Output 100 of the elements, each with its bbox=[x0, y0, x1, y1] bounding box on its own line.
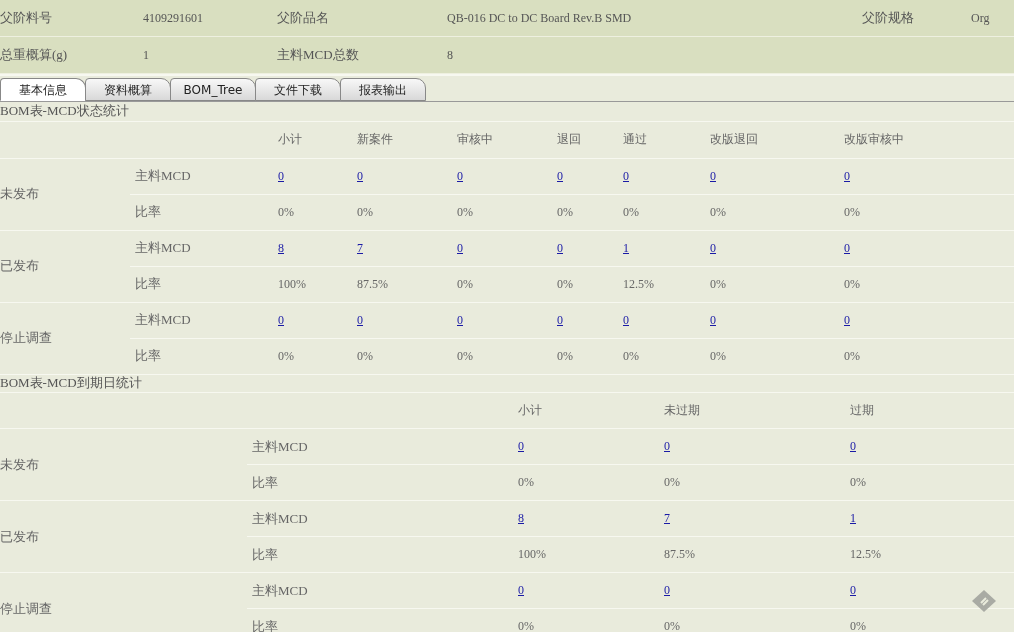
ratio-value: 0% bbox=[710, 276, 726, 291]
row-label: 主料MCD bbox=[135, 312, 191, 327]
ratio-value: 0% bbox=[664, 475, 680, 489]
field-label: 父阶规格 bbox=[862, 10, 914, 26]
ratio-value: 0% bbox=[357, 348, 373, 363]
group-label: 停止调查 bbox=[0, 600, 52, 616]
column-header: 审核中 bbox=[457, 132, 493, 147]
ratio-value: 0% bbox=[557, 276, 573, 291]
count-link[interactable]: 0 bbox=[457, 240, 463, 255]
field-value: Org bbox=[971, 11, 990, 26]
count-link[interactable]: 0 bbox=[278, 168, 284, 183]
count-link[interactable]: 0 bbox=[710, 312, 716, 327]
count-link[interactable]: 7 bbox=[664, 511, 670, 525]
column-header: 未过期 bbox=[664, 402, 700, 417]
count-link[interactable]: 0 bbox=[844, 240, 850, 255]
ratio-value: 0% bbox=[457, 204, 473, 219]
count-link[interactable]: 0 bbox=[357, 312, 363, 327]
count-link[interactable]: 0 bbox=[557, 168, 563, 183]
section-title: BOM表-MCD状态统计 bbox=[0, 102, 1014, 122]
count-link[interactable]: 7 bbox=[357, 240, 363, 255]
row-label: 比率 bbox=[252, 546, 278, 562]
count-link[interactable]: 0 bbox=[557, 240, 563, 255]
count-link[interactable]: 0 bbox=[844, 312, 850, 327]
tab[interactable]: 文件下载 bbox=[255, 78, 341, 101]
count-link[interactable]: 0 bbox=[623, 168, 629, 183]
tab[interactable]: 报表输出 bbox=[340, 78, 426, 101]
row-label: 主料MCD bbox=[135, 168, 191, 183]
column-header: 退回 bbox=[557, 132, 581, 147]
count-link[interactable]: 1 bbox=[623, 240, 629, 255]
field-label: 父阶品名 bbox=[277, 10, 329, 26]
row-label: 比率 bbox=[252, 618, 278, 632]
count-link[interactable]: 8 bbox=[518, 511, 524, 525]
group-label: 停止调查 bbox=[0, 330, 52, 345]
ratio-value: 12.5% bbox=[623, 276, 654, 291]
field-label: 父阶料号 bbox=[0, 10, 52, 26]
ratio-value: 0% bbox=[664, 619, 680, 632]
group-label: 未发布 bbox=[0, 456, 39, 472]
count-link[interactable]: 0 bbox=[518, 583, 524, 597]
ratio-value: 0% bbox=[278, 348, 294, 363]
count-link[interactable]: 8 bbox=[278, 240, 284, 255]
diamond-widget-icon[interactable] bbox=[971, 589, 997, 613]
column-header: 新案件 bbox=[357, 132, 393, 147]
column-header: 改版退回 bbox=[710, 132, 758, 147]
count-link[interactable]: 0 bbox=[557, 312, 563, 327]
tab[interactable]: 基本信息 bbox=[0, 78, 86, 101]
count-link[interactable]: 0 bbox=[850, 583, 856, 597]
count-link[interactable]: 0 bbox=[518, 439, 524, 453]
count-link[interactable]: 0 bbox=[664, 583, 670, 597]
field-label: 总重概算(g) bbox=[0, 47, 68, 63]
count-link[interactable]: 0 bbox=[623, 312, 629, 327]
ratio-value: 12.5% bbox=[850, 547, 881, 561]
count-link[interactable]: 0 bbox=[278, 312, 284, 327]
group-label: 已发布 bbox=[0, 528, 39, 544]
row-label: 比率 bbox=[135, 348, 161, 363]
row-label: 比率 bbox=[135, 276, 161, 291]
ratio-value: 100% bbox=[518, 547, 546, 561]
field-value: QB-016 DC to DC Board Rev.B SMD bbox=[447, 11, 632, 26]
ratio-value: 0% bbox=[850, 619, 866, 632]
count-link[interactable]: 0 bbox=[710, 168, 716, 183]
row-label: 主料MCD bbox=[252, 438, 308, 454]
ratio-value: 87.5% bbox=[664, 547, 695, 561]
ratio-value: 0% bbox=[710, 348, 726, 363]
ratio-value: 0% bbox=[518, 475, 534, 489]
column-header: 改版审核中 bbox=[844, 132, 904, 147]
column-header: 小计 bbox=[518, 402, 542, 417]
count-link[interactable]: 0 bbox=[357, 168, 363, 183]
section-title: BOM表-MCD到期日统计 bbox=[0, 374, 1014, 393]
column-header: 过期 bbox=[850, 402, 874, 417]
row-label: 比率 bbox=[135, 204, 161, 219]
ratio-value: 0% bbox=[357, 204, 373, 219]
ratio-value: 87.5% bbox=[357, 276, 388, 291]
ratio-value: 0% bbox=[557, 348, 573, 363]
row-label: 主料MCD bbox=[252, 582, 308, 598]
column-header: 通过 bbox=[623, 132, 647, 147]
field-value: 1 bbox=[143, 48, 149, 63]
row-label: 主料MCD bbox=[135, 240, 191, 255]
ratio-value: 0% bbox=[623, 348, 639, 363]
ratio-value: 0% bbox=[623, 204, 639, 219]
ratio-value: 0% bbox=[457, 276, 473, 291]
field-label: 主料MCD总数 bbox=[277, 47, 359, 63]
ratio-value: 0% bbox=[844, 204, 860, 219]
row-label: 主料MCD bbox=[252, 510, 308, 526]
count-link[interactable]: 0 bbox=[664, 439, 670, 453]
ratio-value: 0% bbox=[844, 276, 860, 291]
tab[interactable]: BOM_Tree bbox=[170, 78, 256, 101]
field-value: 4109291601 bbox=[143, 11, 203, 26]
tab[interactable]: 资料概算 bbox=[85, 78, 171, 101]
count-link[interactable]: 1 bbox=[850, 511, 856, 525]
count-link[interactable]: 0 bbox=[710, 240, 716, 255]
ratio-value: 100% bbox=[278, 276, 306, 291]
count-link[interactable]: 0 bbox=[457, 168, 463, 183]
ratio-value: 0% bbox=[850, 475, 866, 489]
count-link[interactable]: 0 bbox=[844, 168, 850, 183]
ratio-value: 0% bbox=[278, 204, 294, 219]
count-link[interactable]: 0 bbox=[457, 312, 463, 327]
ratio-value: 0% bbox=[457, 348, 473, 363]
ratio-value: 0% bbox=[518, 619, 534, 632]
row-label: 比率 bbox=[252, 474, 278, 490]
ratio-value: 0% bbox=[710, 204, 726, 219]
count-link[interactable]: 0 bbox=[850, 439, 856, 453]
